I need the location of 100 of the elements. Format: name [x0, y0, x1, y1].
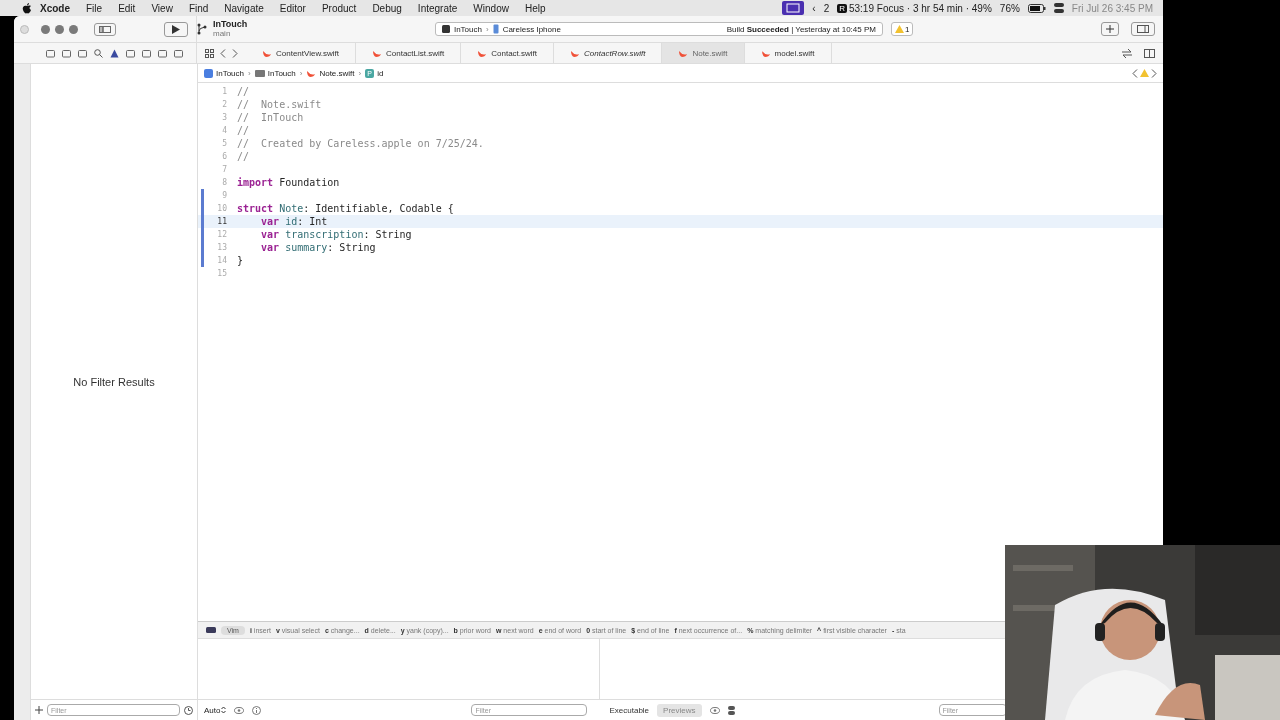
menu-item[interactable]: Navigate — [216, 2, 272, 14]
line-number: 7 — [221, 165, 227, 174]
code-line: // Created by Careless.apple on 7/25/24. — [237, 138, 484, 149]
minimize-button[interactable] — [55, 24, 64, 34]
toggle-icon[interactable] — [727, 705, 735, 715]
code-line: import Foundation — [237, 177, 340, 188]
bird-icon — [372, 48, 382, 58]
back-arrow[interactable]: ‹ — [812, 2, 816, 14]
menu-item[interactable]: Edit — [110, 2, 144, 14]
run-button[interactable] — [164, 21, 188, 37]
close-button[interactable] — [41, 24, 50, 34]
search-icon[interactable] — [94, 48, 103, 58]
add-icon[interactable] — [35, 706, 43, 714]
line-number: 3 — [221, 113, 227, 122]
line-number: 4 — [221, 126, 227, 135]
chevron: › — [299, 68, 303, 78]
line-number: 14 — [216, 256, 227, 265]
code-line: // InTouch — [237, 112, 304, 123]
line-number: 15 — [216, 269, 227, 278]
line-number: 12 — [216, 230, 227, 239]
focus-badge: R — [837, 3, 847, 13]
apple-icon[interactable] — [22, 2, 32, 14]
eye-icon[interactable] — [709, 706, 720, 714]
chevron: › — [485, 24, 489, 34]
line-number: 13 — [216, 243, 227, 252]
page-count: 2 — [823, 2, 830, 14]
bird-icon — [570, 48, 581, 58]
menu-item[interactable]: Product — [313, 2, 365, 14]
build-status: Build Succeeded | Yesterday at 10:45 PM — [726, 24, 876, 34]
menu-item[interactable]: File — [78, 2, 111, 14]
code-line: var id: Int — [260, 216, 328, 227]
breadcrumb-item[interactable]: InTouch — [204, 68, 245, 78]
empty-message: No Filter Results — [73, 375, 155, 388]
bird-icon — [678, 48, 689, 58]
project-name[interactable]: InTouch — [213, 19, 248, 29]
line-number: 6 — [221, 152, 227, 161]
circle-icon — [20, 24, 29, 34]
segment-button[interactable]: Executable — [603, 703, 656, 717]
line-number: 9 — [221, 191, 227, 200]
menu-item[interactable]: Find — [180, 2, 217, 14]
destination-name[interactable]: Careless Iphone — [502, 24, 561, 34]
swap-icon[interactable] — [1122, 48, 1132, 58]
zoom-button[interactable] — [69, 24, 78, 34]
updown-icon — [221, 706, 227, 714]
line-number: 11 — [216, 217, 227, 226]
branch-name[interactable]: main — [213, 29, 248, 39]
battery-percent: 76% — [999, 2, 1020, 14]
play-icon — [172, 24, 180, 34]
code-line: // — [237, 86, 250, 97]
warning-icon[interactable] — [110, 48, 119, 58]
menu-item[interactable]: Help — [516, 2, 554, 14]
control-center-icon[interactable] — [1053, 3, 1064, 13]
sidebar-toggle[interactable] — [94, 22, 116, 36]
bird-icon — [306, 68, 317, 78]
line-number: 10 — [216, 204, 227, 213]
scheme-name[interactable]: InTouch — [453, 24, 482, 34]
line-number: 8 — [221, 178, 227, 187]
auto-dropdown[interactable]: Auto — [204, 705, 227, 715]
breadcrumb-item[interactable]: Note.swift — [306, 68, 355, 78]
editor-tab[interactable]: Contact.swift — [461, 43, 555, 63]
menu-item[interactable]: Window — [465, 2, 517, 14]
code-line: var transcription: String — [260, 229, 412, 240]
breadcrumb-item[interactable]: InTouch — [254, 68, 296, 78]
battery-icon[interactable] — [1027, 3, 1046, 13]
bird-icon — [477, 48, 488, 58]
code-line: // — [237, 151, 250, 162]
app-icon — [441, 25, 450, 33]
code-line: // — [237, 125, 250, 136]
menu-item[interactable]: Editor — [271, 2, 314, 14]
editor-tab[interactable]: Note.swift — [662, 43, 745, 63]
info-icon[interactable] — [252, 705, 262, 715]
code-line: struct Note: Identifiable, Codable { — [237, 203, 454, 214]
menu-item[interactable]: Integrate — [409, 2, 466, 14]
code-line: // Note.swift — [237, 99, 322, 110]
chevron: › — [358, 68, 362, 78]
menu-item[interactable]: Debug — [364, 2, 410, 14]
editor-tab[interactable]: ContentView.swift — [246, 43, 356, 63]
menu-item[interactable]: View — [143, 2, 181, 14]
line-number: 1 — [221, 87, 227, 96]
eye-icon[interactable] — [234, 706, 245, 714]
editor-tab[interactable]: ContactList.swift — [356, 43, 462, 63]
chevron: › — [248, 68, 251, 78]
line-number: 5 — [221, 139, 227, 148]
code-line: var summary: String — [260, 242, 376, 253]
focus-timer[interactable]: 53:19 Focus · 3 hr 54 min · 49% — [848, 2, 992, 14]
keyboard-icon — [206, 627, 216, 633]
split-editor-icon[interactable] — [1144, 48, 1155, 58]
bird-icon — [262, 48, 272, 58]
grid-icon[interactable] — [205, 48, 214, 58]
project-icon — [204, 68, 213, 78]
clock-icon[interactable] — [184, 705, 193, 715]
warning-badge[interactable]: 1 — [890, 22, 914, 36]
editor-tab[interactable]: model.swift — [744, 43, 832, 63]
menu-item[interactable]: Xcode — [32, 2, 78, 14]
phone-icon — [492, 24, 499, 34]
inspector-toggle[interactable] — [1131, 22, 1155, 36]
screen-share-icon[interactable] — [782, 1, 805, 15]
branch-icon — [197, 23, 207, 35]
plus-icon — [1106, 25, 1114, 33]
add-button[interactable] — [1101, 22, 1119, 36]
